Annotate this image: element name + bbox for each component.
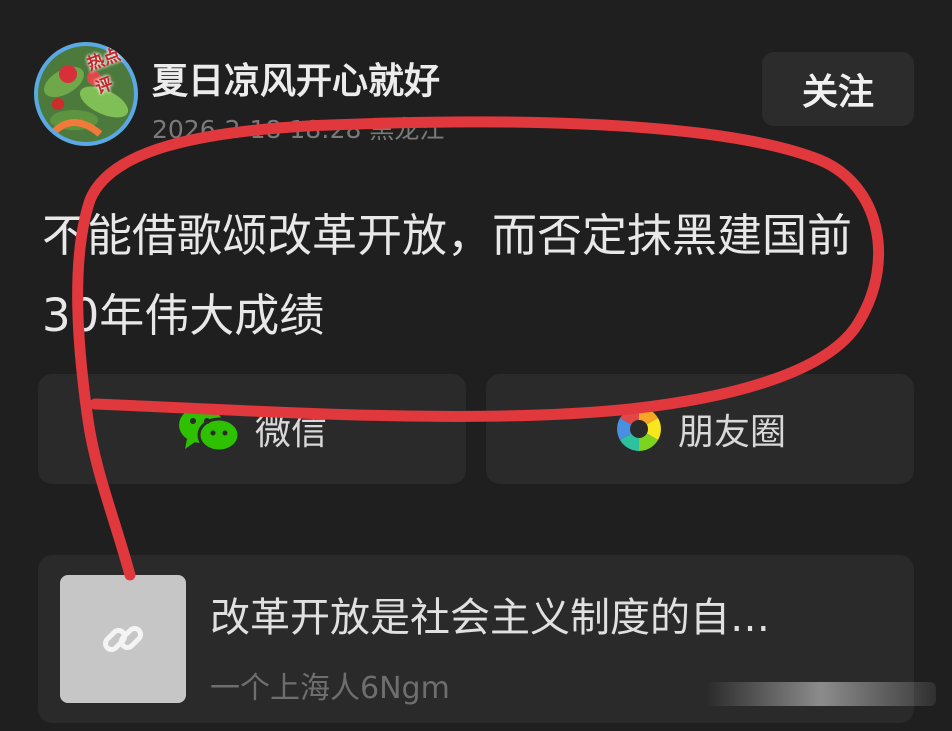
link-thumbnail [60,575,186,703]
follow-button[interactable]: 关注 [762,52,914,126]
author-name[interactable]: 夏日凉风开心就好 [152,52,440,104]
post-text: 不能借歌颂改革开放，而否定抹黑建国前30年伟大成绩 [42,209,853,342]
share-wechat-label: 微信 [254,412,327,453]
share-wechat-button[interactable]: 微信 [38,374,466,484]
post-meta: 2026-2-18 18:28 黑龙江 [152,110,444,146]
link-source: 一个上海人6Ngm [210,671,450,706]
watermark [706,682,936,706]
link-icon [102,625,144,653]
share-moments-label: 朋友圈 [677,412,786,453]
share-moments-button[interactable]: 朋友圈 [486,374,914,484]
link-title: 改革开放是社会主义制度的自… [210,595,770,641]
avatar[interactable]: 热点评 [34,42,138,146]
post-timestamp: 2026-2-18 18:28 [152,115,362,144]
wechat-icon [178,407,241,453]
post-location: 黑龙江 [369,115,445,144]
moments-icon [616,407,661,451]
